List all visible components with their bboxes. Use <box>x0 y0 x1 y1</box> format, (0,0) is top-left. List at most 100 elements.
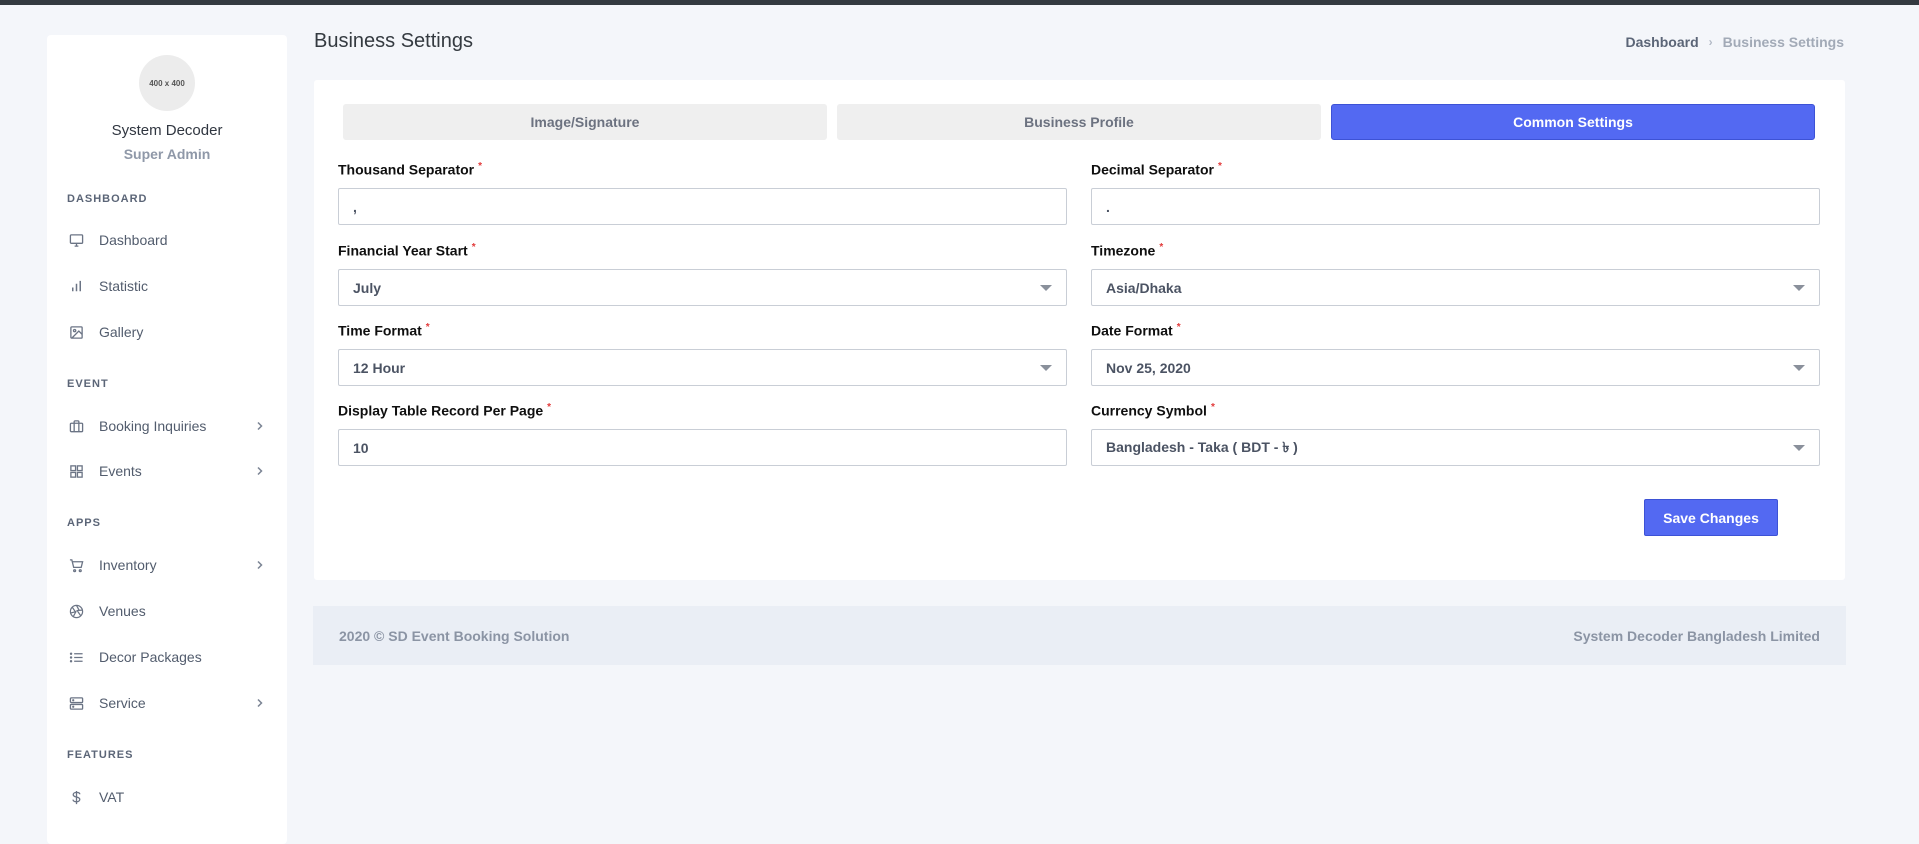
sidebar: 400 x 400 System Decoder Super Admin DAS… <box>47 35 287 844</box>
footer-company: System Decoder Bangladesh Limited <box>1573 627 1820 644</box>
decimal-separator-label: Decimal Separator * <box>1091 161 1222 178</box>
bar-chart-icon <box>67 277 85 295</box>
caret-down-icon <box>1793 284 1805 291</box>
time-format-label: Time Format * <box>338 322 430 339</box>
breadcrumb-separator-icon: › <box>1708 35 1713 49</box>
section-title-dashboard: DASHBOARD <box>67 193 148 205</box>
tab-business-profile[interactable]: Business Profile <box>837 104 1321 140</box>
aperture-icon <box>67 602 85 620</box>
breadcrumb-current: Business Settings <box>1722 34 1844 50</box>
breadcrumb: Dashboard › Business Settings <box>1626 34 1845 50</box>
sidebar-item-vat[interactable]: VAT <box>67 782 267 812</box>
briefcase-icon <box>67 417 85 435</box>
selected-value: Nov 25, 2020 <box>1106 359 1191 376</box>
label-text: Currency Symbol <box>1091 402 1207 419</box>
footer-copyright: 2020 © SD Event Booking Solution <box>339 627 570 644</box>
required-mark: * <box>1210 402 1215 413</box>
label-text: Financial Year Start <box>338 242 468 259</box>
label-text: Timezone <box>1091 242 1156 259</box>
field-value: . <box>1106 198 1110 215</box>
sidebar-item-label: Inventory <box>99 557 157 573</box>
section-title-event: EVENT <box>67 378 109 390</box>
records-per-page-label: Display Table Record Per Page * <box>338 402 551 419</box>
user-name: System Decoder <box>111 122 223 139</box>
thousand-separator-input[interactable]: , <box>338 188 1067 225</box>
caret-down-icon <box>1793 444 1805 451</box>
monitor-icon <box>67 231 85 249</box>
sidebar-item-decor-packages[interactable]: Decor Packages <box>67 642 267 672</box>
avatar[interactable]: 400 x 400 <box>139 55 195 111</box>
chevron-right-icon <box>253 464 267 478</box>
sidebar-item-label: Service <box>99 695 146 711</box>
sidebar-item-label: Venues <box>99 603 146 619</box>
required-mark: * <box>1176 322 1181 333</box>
currency-symbol-select[interactable]: Bangladesh - Taka ( BDT - ৳ ) <box>1091 429 1820 466</box>
section-title-features: FEATURES <box>67 749 134 761</box>
records-per-page-input[interactable]: 10 <box>338 429 1067 466</box>
date-format-select[interactable]: Nov 25, 2020 <box>1091 349 1820 386</box>
sidebar-item-label: Dashboard <box>99 232 168 248</box>
user-role: Super Admin <box>123 146 211 162</box>
label-text: Decimal Separator <box>1091 161 1214 178</box>
required-mark: * <box>471 242 476 253</box>
dollar-sign-icon <box>67 788 85 806</box>
sidebar-item-label: VAT <box>99 789 125 805</box>
sidebar-item-label: Booking Inquiries <box>99 418 207 434</box>
tab-image-signature[interactable]: Image/Signature <box>343 104 827 140</box>
selected-value: Asia/Dhaka <box>1106 279 1182 296</box>
sidebar-item-venues[interactable]: Venues <box>67 596 267 626</box>
label-text: Thousand Separator <box>338 161 475 178</box>
chevron-right-icon <box>253 558 267 572</box>
section-title-apps: APPS <box>67 517 101 529</box>
footer: 2020 © SD Event Booking Solution System … <box>313 606 1846 665</box>
server-icon <box>67 694 85 712</box>
breadcrumb-home-link[interactable]: Dashboard <box>1626 34 1699 50</box>
caret-down-icon <box>1040 284 1052 291</box>
selected-value: 12 Hour <box>353 359 406 376</box>
time-format-select[interactable]: 12 Hour <box>338 349 1067 386</box>
required-mark: * <box>1159 242 1164 253</box>
sidebar-item-events[interactable]: Events <box>67 456 267 486</box>
timezone-label: Timezone * <box>1091 242 1163 259</box>
sidebar-item-label: Statistic <box>99 278 149 294</box>
tab-common-settings[interactable]: Common Settings <box>1331 104 1815 140</box>
sidebar-item-dashboard[interactable]: Dashboard <box>67 225 267 255</box>
chevron-right-icon <box>253 419 267 433</box>
timezone-select[interactable]: Asia/Dhaka <box>1091 269 1820 306</box>
caret-down-icon <box>1793 364 1805 371</box>
page-title: Business Settings <box>314 30 473 52</box>
required-mark: * <box>1217 161 1222 172</box>
label-text: Date Format <box>1091 322 1173 339</box>
decimal-separator-input[interactable]: . <box>1091 188 1820 225</box>
sidebar-item-inventory[interactable]: Inventory <box>67 550 267 580</box>
required-mark: * <box>547 402 552 413</box>
sidebar-item-service[interactable]: Service <box>67 688 267 718</box>
required-mark: * <box>425 322 430 333</box>
label-text: Time Format <box>338 322 422 339</box>
sidebar-item-label: Decor Packages <box>99 649 202 665</box>
sidebar-item-gallery[interactable]: Gallery <box>67 317 267 347</box>
sidebar-item-booking-inquiries[interactable]: Booking Inquiries <box>67 411 267 441</box>
field-value: 10 <box>353 439 369 456</box>
financial-year-start-label: Financial Year Start * <box>338 242 476 259</box>
financial-year-start-select[interactable]: July <box>338 269 1067 306</box>
chevron-right-icon <box>253 696 267 710</box>
save-changes-button[interactable]: Save Changes <box>1644 499 1778 536</box>
caret-down-icon <box>1040 364 1052 371</box>
sidebar-item-statistic[interactable]: Statistic <box>67 271 267 301</box>
thousand-separator-label: Thousand Separator * <box>338 161 482 178</box>
top-bar <box>0 0 1919 5</box>
list-icon <box>67 648 85 666</box>
selected-value: Bangladesh - Taka ( BDT - ৳ ) <box>1106 438 1298 455</box>
field-value: , <box>353 198 357 215</box>
settings-card: Image/Signature Business Profile Common … <box>314 80 1845 580</box>
image-icon <box>67 323 85 341</box>
selected-value: July <box>353 279 382 296</box>
sidebar-item-label: Events <box>99 463 142 479</box>
currency-symbol-label: Currency Symbol * <box>1091 402 1215 419</box>
grid-icon <box>67 462 85 480</box>
sidebar-item-label: Gallery <box>99 324 144 340</box>
date-format-label: Date Format * <box>1091 322 1181 339</box>
required-mark: * <box>478 161 483 172</box>
cart-icon <box>67 556 85 574</box>
